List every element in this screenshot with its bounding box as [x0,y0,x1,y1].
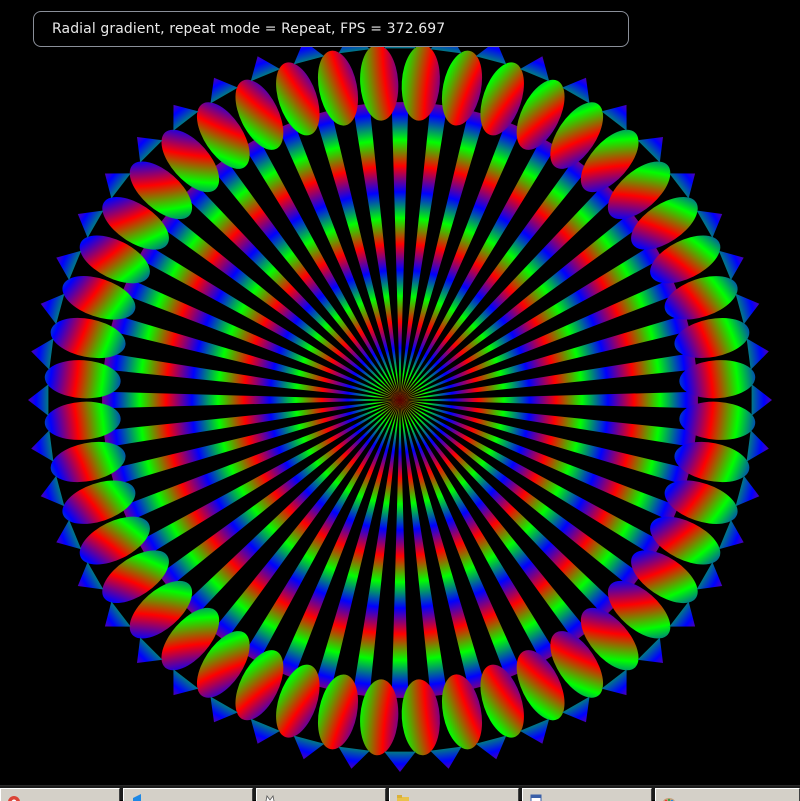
gradient-tip [736,476,760,507]
gradient-tip [719,520,744,549]
gradient-tip [638,137,664,163]
gradient-tip [137,137,163,163]
gradient-tip [251,719,280,744]
status-text: Radial gradient, repeat mode = Repeat, F… [52,21,445,37]
gradient-tip [56,251,81,280]
gradient-tip [697,211,723,238]
taskbar-item-document[interactable] [522,788,652,801]
gradient-tip [211,697,238,723]
gradient-tip [747,338,769,369]
radial-gradient-figure [28,28,772,772]
gradient-tip [105,602,131,627]
gradient-tip [31,430,53,461]
gradient-tip [697,562,723,589]
gradient-tip [747,430,769,461]
gradient-tip [562,697,589,723]
taskbar [0,785,800,800]
gradient-tip [736,294,760,325]
gradient-canvas [0,0,800,785]
gradient-tip [562,78,589,104]
gradient-tip [384,752,416,772]
gradient-tip [41,476,65,507]
gradient-tip [638,638,664,664]
status-bar: Radial gradient, repeat mode = Repeat, F… [33,11,629,47]
gradient-tip [173,105,198,131]
taskbar-item-chrome[interactable] [0,788,120,801]
taskbar-item-paint[interactable] [655,788,800,801]
gradient-tip [137,638,163,664]
gradient-tip [602,669,627,695]
gradient-tip [105,173,131,198]
gradient-tip [294,736,325,760]
gradient-tip [31,338,53,369]
gradient-tip [211,78,238,104]
gradient-tip [752,384,772,416]
gradient-tip [28,384,48,416]
gradient-tip [251,56,280,81]
gradient-tip [78,211,104,238]
gradient-tip [338,747,369,769]
taskbar-item-vscode[interactable] [123,788,253,801]
gradient-tip [41,294,65,325]
gradient-tip [56,520,81,549]
gradient-tip [173,669,198,695]
taskbar-item-folder[interactable] [389,788,519,801]
gradient-tip [78,562,104,589]
gradient-tip [430,747,461,769]
gradient-tip [719,251,744,280]
taskbar-item-app[interactable] [256,788,386,801]
gradient-tip [669,173,695,198]
gradient-tip [476,736,507,760]
gradient-tip [669,602,695,627]
gradient-tip [520,56,549,81]
gradient-tip [602,105,627,131]
gradient-tip [520,719,549,744]
